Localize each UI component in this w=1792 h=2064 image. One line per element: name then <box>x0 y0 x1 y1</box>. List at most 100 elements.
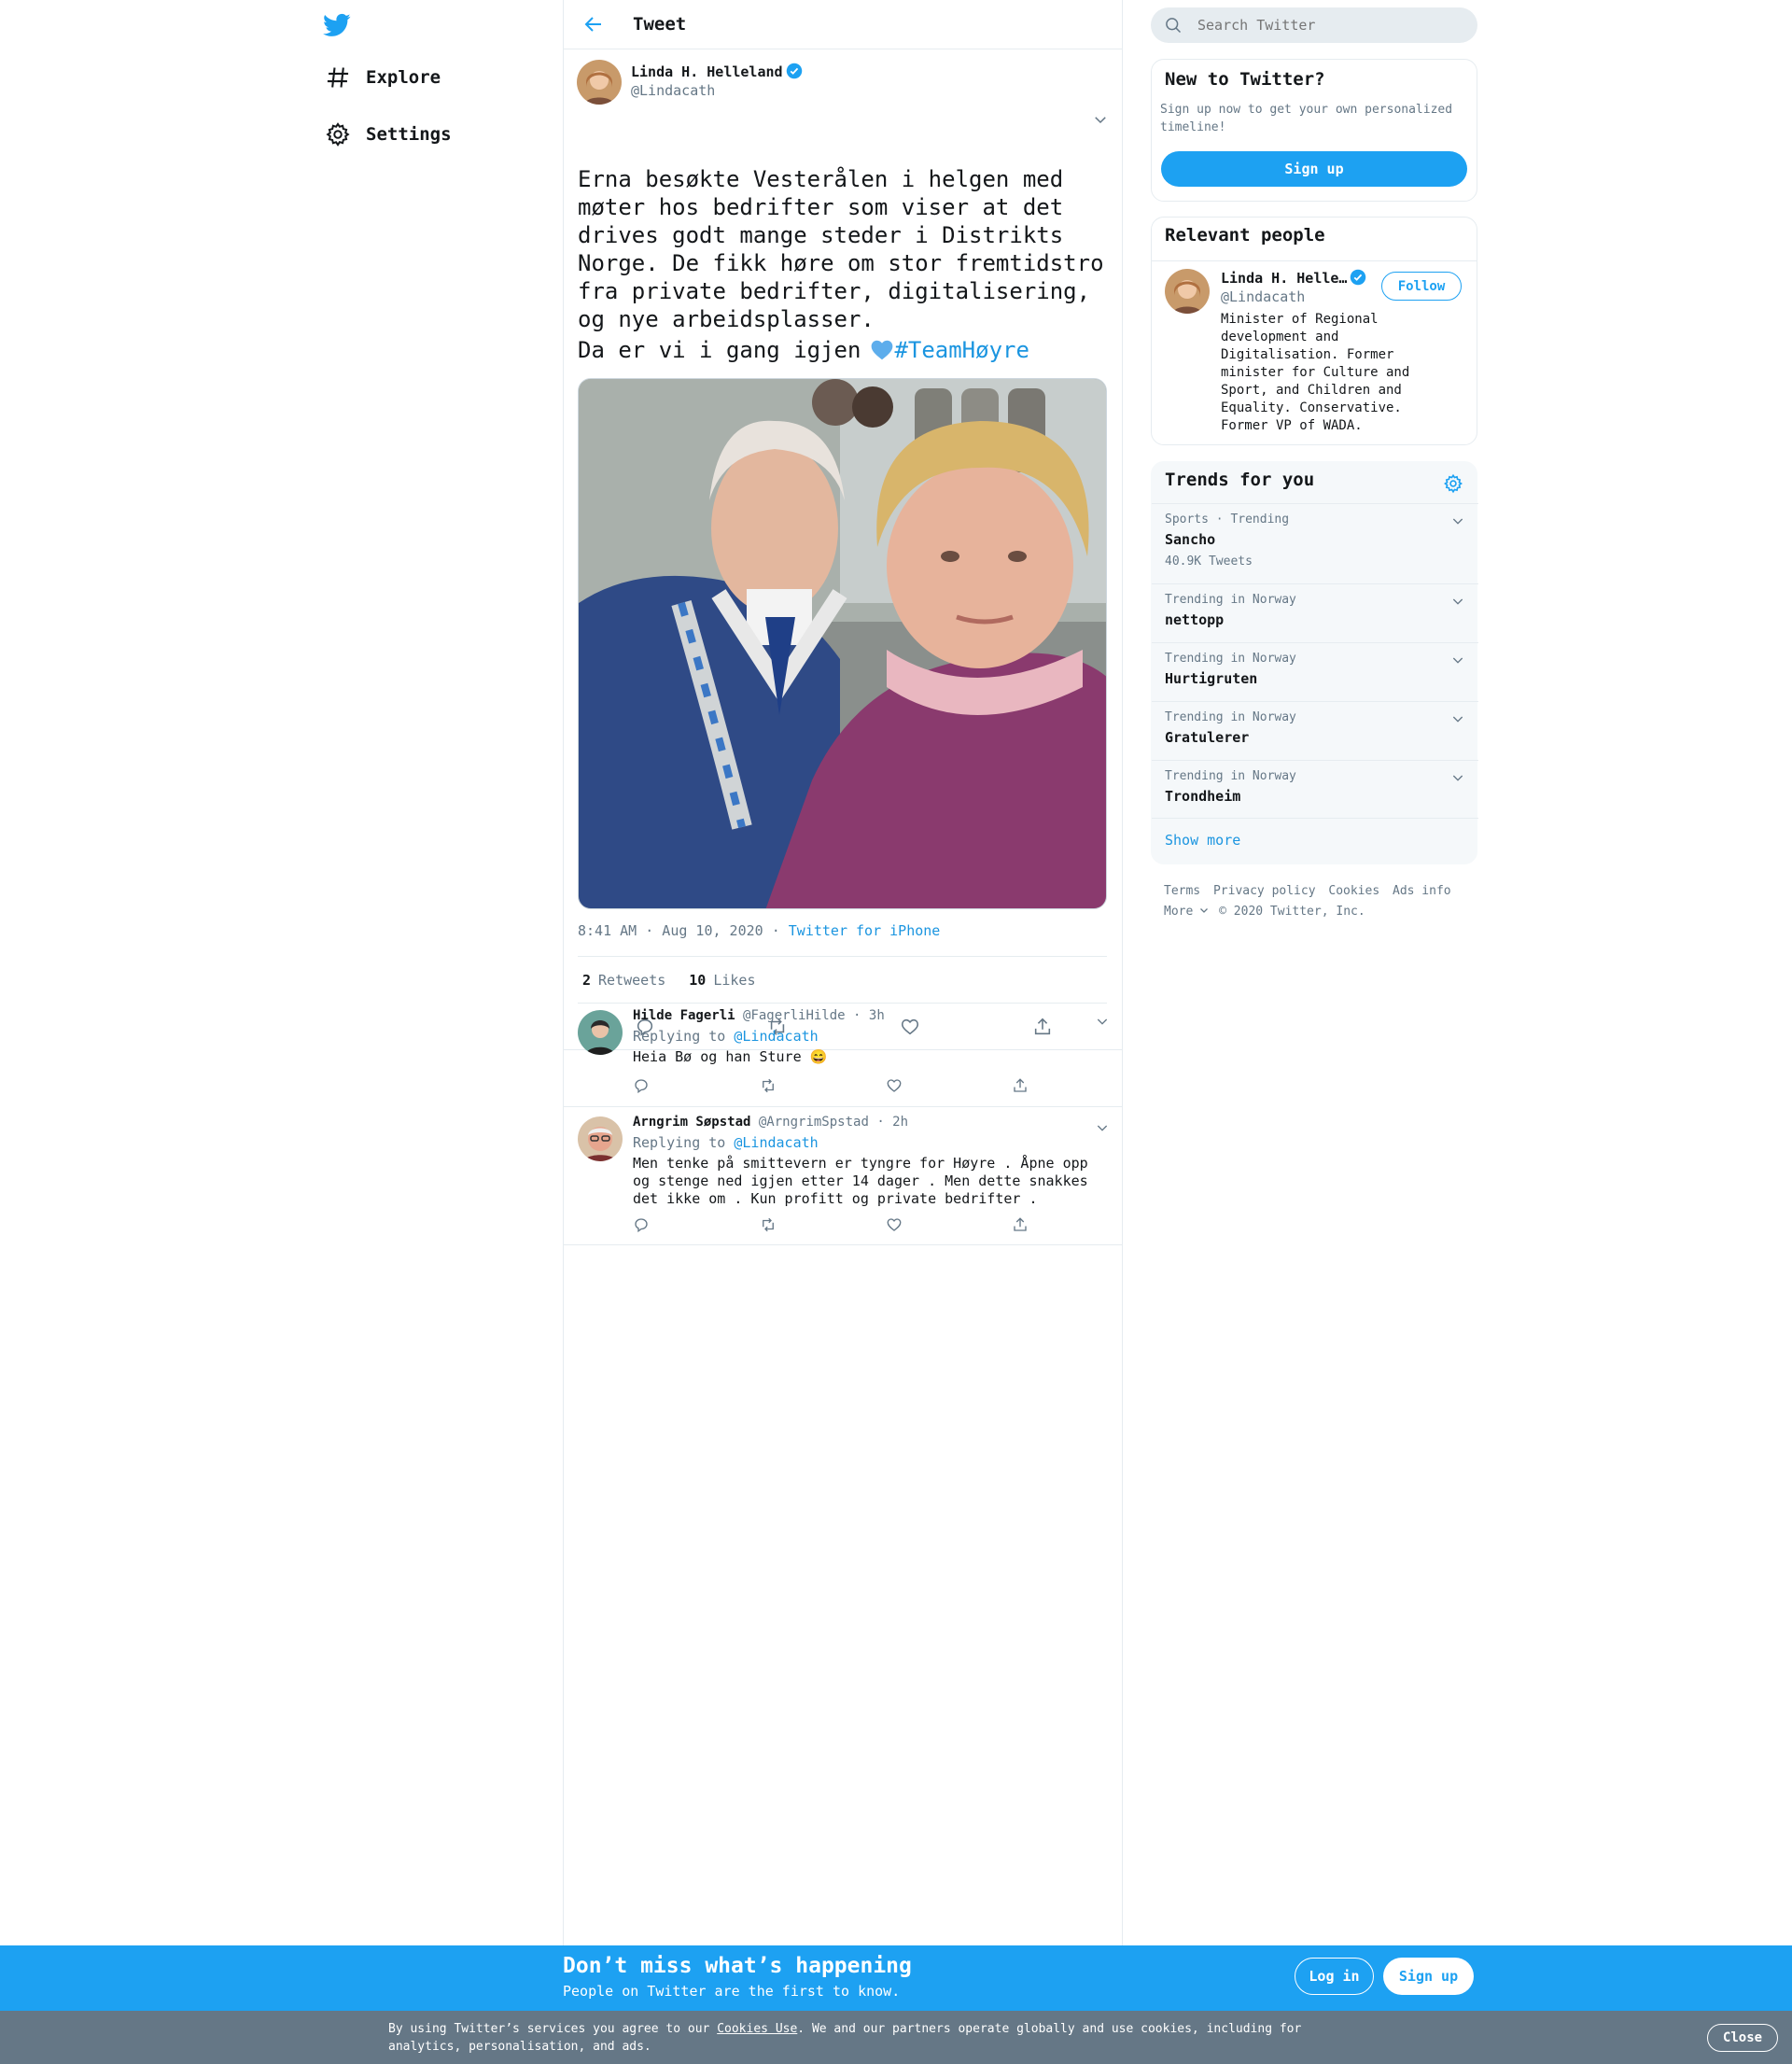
reply-text: Men tenke på smittevern er tyngre for Hø… <box>633 1155 1088 1207</box>
chevron-down-icon[interactable] <box>1092 111 1109 128</box>
trend-item[interactable]: Trending in Norway Hurtigruten <box>1152 642 1478 701</box>
trend-item[interactable]: Trending in Norway Gratulerer <box>1152 701 1478 760</box>
person-bio: Minister of Regional development and Dig… <box>1221 312 1410 433</box>
chevron-down-icon[interactable] <box>1095 1014 1110 1029</box>
footer-link-terms[interactable]: Terms <box>1164 884 1200 898</box>
show-more-link[interactable]: Show more <box>1165 832 1240 849</box>
tweet-stats: 2 Retweets 10 Likes <box>578 956 1107 1004</box>
reply-author-handle[interactable]: @ArngrimSpstad <box>759 1115 869 1130</box>
avatar[interactable] <box>578 1010 623 1055</box>
replying-to-link[interactable]: @Lindacath <box>734 1028 818 1045</box>
log-in-button[interactable]: Log in <box>1295 1958 1374 1995</box>
main-header: Tweet <box>564 0 1122 49</box>
chevron-down-icon[interactable] <box>1450 770 1465 785</box>
reply-text: Heia Bø og han Sture 😄 <box>633 1048 828 1065</box>
avatar[interactable] <box>577 60 622 105</box>
avatar[interactable] <box>578 1116 623 1161</box>
retweet-count[interactable]: 2 <box>582 972 591 989</box>
new-to-twitter-card: New to Twitter? Sign up now to get your … <box>1151 59 1477 202</box>
footer-link-cookies[interactable]: Cookies <box>1328 884 1379 898</box>
tweet-source-link[interactable]: Twitter for iPhone <box>789 922 941 939</box>
nav-label: Explore <box>366 67 441 88</box>
sign-up-button[interactable]: Sign up <box>1161 151 1467 187</box>
hashtag-icon <box>325 64 351 91</box>
footer-link-ads[interactable]: Ads info <box>1393 884 1451 898</box>
like-icon[interactable] <box>886 1216 903 1233</box>
card-text: Sign up now to get your own personalized… <box>1160 103 1453 134</box>
chevron-down-icon[interactable] <box>1450 653 1465 667</box>
sign-up-button[interactable]: Sign up <box>1383 1958 1474 1995</box>
person-name[interactable]: Linda H. Helle… <box>1221 270 1347 287</box>
trend-context: Trending in Norway <box>1165 593 1296 607</box>
reply-author-name[interactable]: Arngrim Søpstad <box>633 1115 750 1130</box>
nav-item-settings[interactable]: Settings <box>321 116 452 153</box>
verified-badge-icon <box>1350 269 1366 286</box>
verified-badge-icon <box>786 63 803 79</box>
reply-author-handle[interactable]: @FagerliHilde <box>743 1008 846 1023</box>
trend-item[interactable]: Trending in Norway Trondheim <box>1152 760 1478 819</box>
reply-tweet[interactable]: Hilde Fagerli @FagerliHilde · 3h Replyin… <box>564 1001 1123 1107</box>
cookie-text: By using Twitter’s services you agree to… <box>388 2020 1322 2056</box>
retweet-icon[interactable] <box>760 1216 777 1233</box>
share-icon[interactable] <box>1012 1077 1029 1094</box>
search-input[interactable] <box>1197 17 1459 34</box>
tweet-photo[interactable] <box>578 378 1107 909</box>
chevron-down-icon[interactable] <box>1450 594 1465 609</box>
avatar[interactable] <box>1165 269 1210 314</box>
page-title: Tweet <box>633 14 687 35</box>
like-count[interactable]: 10 <box>689 972 706 989</box>
retweet-icon[interactable] <box>760 1077 777 1094</box>
replying-to-link[interactable]: @Lindacath <box>734 1134 818 1151</box>
author-handle[interactable]: @Lindacath <box>631 82 803 99</box>
trend-name: Hurtigruten <box>1165 670 1258 687</box>
tweet-timestamp[interactable]: 8:41 AM · Aug 10, 2020 · <box>578 922 789 939</box>
gear-icon <box>325 121 351 147</box>
trend-name: Gratulerer <box>1165 729 1250 746</box>
trend-context: Sports · Trending <box>1165 512 1290 527</box>
trend-item[interactable]: Sports · Trending Sancho 40.9K Tweets <box>1152 503 1478 583</box>
chevron-down-icon[interactable] <box>1095 1120 1110 1135</box>
footer-more-button[interactable]: More <box>1164 905 1210 919</box>
like-icon[interactable] <box>886 1077 903 1094</box>
retweet-label[interactable]: Retweets <box>598 972 665 989</box>
arrow-left-icon[interactable] <box>582 13 605 35</box>
share-icon[interactable] <box>1012 1216 1029 1233</box>
person-handle[interactable]: @Lindacath <box>1221 288 1305 305</box>
banner-subtitle: People on Twitter are the first to know. <box>563 1983 901 2000</box>
chevron-down-icon <box>1200 908 1209 913</box>
reply-time[interactable]: · 3h <box>853 1008 885 1023</box>
hashtag-link[interactable]: #TeamHøyre <box>894 336 1029 364</box>
chevron-down-icon[interactable] <box>1450 711 1465 726</box>
follow-button[interactable]: Follow <box>1381 272 1462 301</box>
chevron-down-icon[interactable] <box>1450 513 1465 528</box>
cookies-use-link[interactable]: Cookies Use <box>717 2022 797 2036</box>
copyright: © 2020 Twitter, Inc. <box>1219 905 1365 919</box>
cookie-banner: By using Twitter’s services you agree to… <box>0 2011 1792 2064</box>
author-name[interactable]: Linda H. Helleland <box>631 63 783 80</box>
like-label[interactable]: Likes <box>713 972 755 989</box>
twitter-bird-icon[interactable] <box>323 11 351 39</box>
close-button[interactable]: Close <box>1707 2024 1778 2052</box>
reply-icon[interactable] <box>633 1077 650 1094</box>
divider <box>1152 260 1477 261</box>
relevant-people-card: Relevant people Linda H. Helle… @Lindaca… <box>1151 217 1477 445</box>
search-icon <box>1164 16 1183 35</box>
trend-name: Trondheim <box>1165 788 1241 805</box>
cookie-text-part: By using Twitter’s services you agree to… <box>388 2022 718 2036</box>
reply-time[interactable]: · 2h <box>876 1115 908 1130</box>
reply-tweet[interactable]: Arngrim Søpstad @ArngrimSpstad · 2h Repl… <box>564 1107 1123 1245</box>
reply-icon[interactable] <box>633 1216 650 1233</box>
trend-count: 40.9K Tweets <box>1165 555 1253 569</box>
nav-item-explore[interactable]: Explore <box>321 59 441 96</box>
trend-item[interactable]: Trending in Norway nettopp <box>1152 583 1478 642</box>
replying-to-label: Replying to <box>633 1134 726 1151</box>
more-label: More <box>1164 905 1194 919</box>
trends-card: Trends for you Sports · Trending Sancho … <box>1151 461 1478 864</box>
reply-author-name[interactable]: Hilde Fagerli <box>633 1008 735 1023</box>
gear-icon[interactable] <box>1443 473 1463 494</box>
footer-links: Terms Privacy policy Cookies Ads info Mo… <box>1164 881 1472 922</box>
search-box[interactable] <box>1151 7 1477 43</box>
banner-title: Don’t miss what’s happening <box>563 1954 912 1978</box>
main-column: Tweet Linda H. Helleland @Lindacath Erna… <box>563 0 1123 1945</box>
footer-link-privacy[interactable]: Privacy policy <box>1213 884 1316 898</box>
